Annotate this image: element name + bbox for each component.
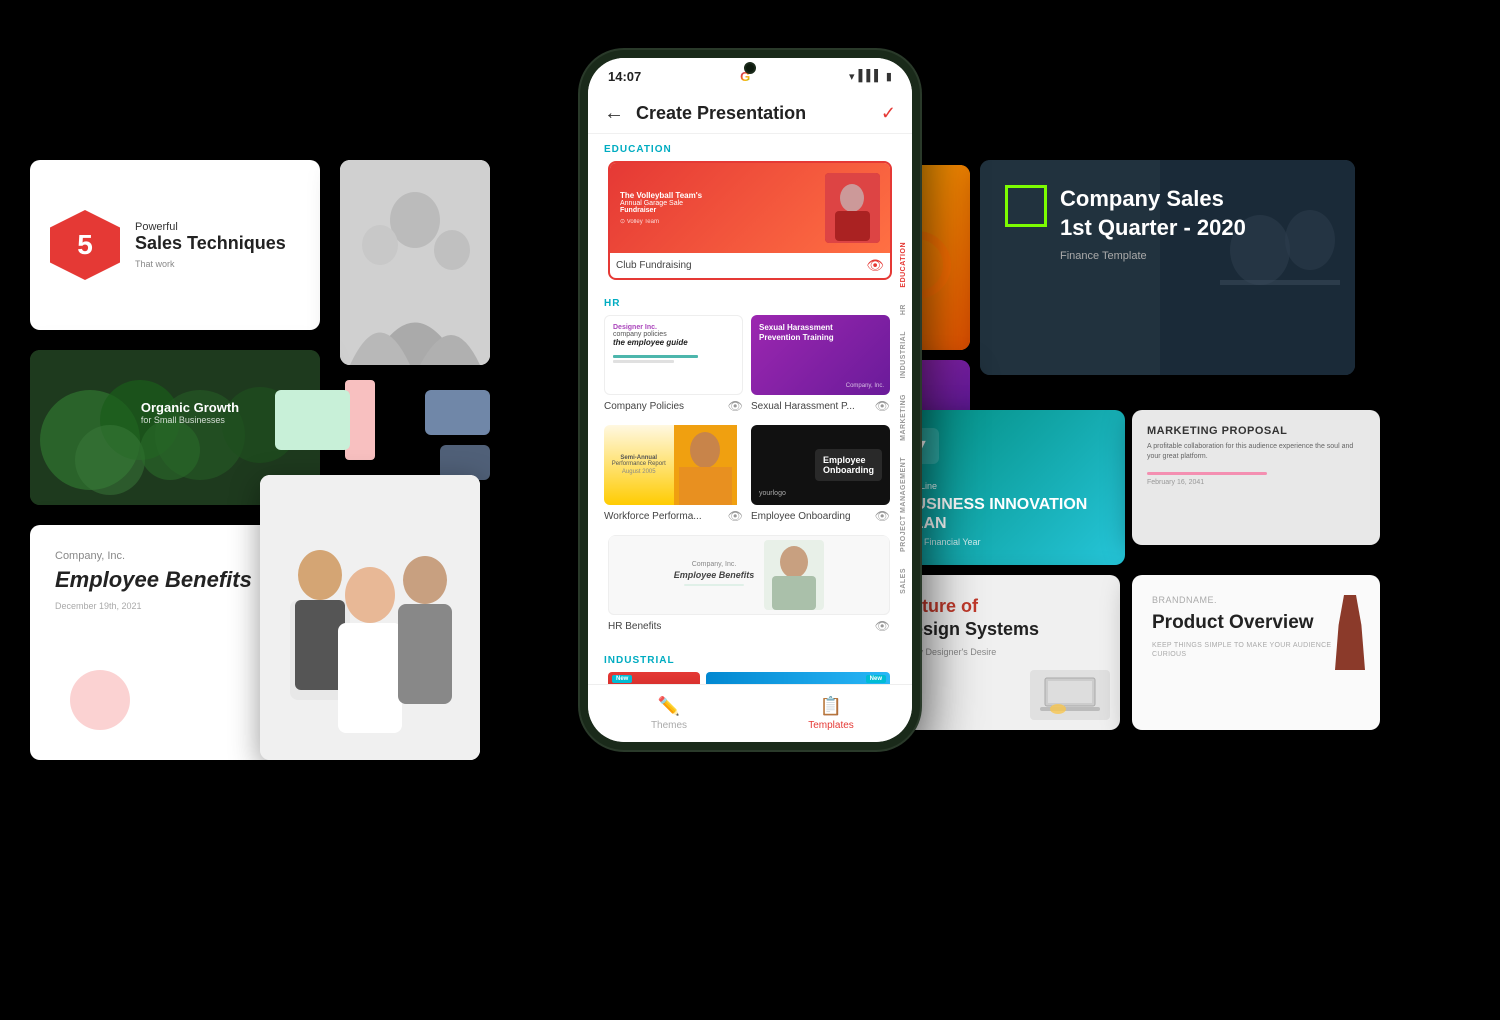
blue-decoration-1	[425, 390, 490, 435]
business-title: BUSINESS INNOVATION PLAN	[903, 495, 1107, 533]
green-decoration	[275, 390, 350, 450]
employee-date: December 19th, 2021	[55, 601, 300, 611]
workforce-eye[interactable]: 👁	[728, 509, 743, 523]
phone-status-icons: ▾ ▌▌▌ ▮	[849, 70, 892, 83]
sales-adjective: Powerful	[135, 221, 286, 233]
template-hr-benefits[interactable]: Company, Inc. Employee Benefits	[608, 535, 890, 637]
template-company-policies[interactable]: Designer Inc. company policies the emplo…	[604, 315, 743, 417]
themes-icon: ✏️	[658, 696, 680, 717]
tab-hr[interactable]: HR	[898, 296, 909, 323]
workforce-label: Workforce Performa...	[604, 511, 728, 522]
company-policies-label: Company Policies	[604, 401, 728, 412]
phone-device: 14:07 G ▾ ▌▌▌ ▮ ← Create Presentation ✓ …	[580, 50, 920, 750]
phone-time: 14:07	[608, 69, 641, 84]
sales-techniques-card: 5 Powerful Sales Techniques That work	[30, 160, 320, 330]
sales-sub: That work	[135, 259, 286, 269]
app-header: ← Create Presentation ✓	[588, 94, 912, 134]
employee-blob	[70, 670, 130, 730]
template-workforce[interactable]: Semi-Annual Performance Report August 20…	[604, 425, 743, 527]
tab-education[interactable]: EDUCATION	[898, 234, 909, 296]
plants-title: Organic Growth	[141, 400, 239, 415]
employee-company: Company, Inc.	[55, 550, 300, 562]
onboarding-eye[interactable]: 👁	[875, 509, 890, 523]
tab-industrial[interactable]: INDUSTRIAL	[898, 323, 909, 386]
signal-icon: ▌▌▌	[859, 70, 882, 82]
vase-decoration	[1335, 595, 1365, 670]
brand-name: brandname.	[1152, 595, 1360, 605]
plants-sub: for Small Businesses	[141, 415, 239, 425]
bottom-navigation: ✏️ Themes 📋 Templates	[588, 684, 912, 742]
themes-label: Themes	[651, 720, 687, 731]
club-fundraising-label: Club Fundraising	[616, 260, 866, 271]
harassment-eye[interactable]: 👁	[875, 399, 890, 413]
new-badge-1: New	[612, 675, 632, 683]
battery-icon: ▮	[886, 70, 892, 83]
tab-marketing[interactable]: MARKETING	[898, 386, 909, 449]
company-sales-sub: Finance Template	[1060, 250, 1260, 262]
section-education-label: EDUCATION	[588, 134, 912, 161]
template-sexual-harassment[interactable]: Sexual HarassmentPrevention Training Com…	[751, 315, 890, 417]
new-badge-2: New	[866, 675, 886, 683]
section-hr-label: HR	[588, 288, 912, 315]
confirm-button[interactable]: ✓	[881, 103, 896, 124]
template-list[interactable]: EDUCATION HR INDUSTRIAL MARKETING PROJEC…	[588, 134, 912, 742]
marketing-sub: A profitable collaboration for this audi…	[1147, 442, 1365, 462]
marketing-bar	[1147, 472, 1267, 475]
harassment-label: Sexual Harassment P...	[751, 401, 875, 412]
phone-camera	[744, 62, 756, 74]
company-policies-eye[interactable]: 👁	[728, 399, 743, 413]
hr-template-grid: Designer Inc. company policies the emplo…	[588, 315, 912, 535]
club-fundraising-row: Club Fundraising 👁	[610, 253, 890, 278]
marketing-proposal-card: MARKETING PROPOSAL A profitable collabor…	[1132, 410, 1380, 545]
team-photo-card	[260, 475, 480, 760]
company-sales-card: Company Sales 1st Quarter - 2020 Finance…	[980, 160, 1355, 375]
product-overview-card: brandname. Product Overview KEEP THINGS …	[1132, 575, 1380, 730]
hr-benefits-label: HR Benefits	[608, 621, 875, 632]
nav-themes[interactable]: ✏️ Themes	[588, 685, 750, 742]
business-innovation-card: ▼ Tag Line BUSINESS INNOVATION PLAN Real…	[885, 410, 1125, 565]
nav-templates[interactable]: 📋 Templates	[750, 685, 912, 742]
employee-title: Employee Benefits	[55, 567, 300, 593]
template-employee-onboarding[interactable]: yourlogo Employee Onboarding Employee On…	[751, 425, 890, 527]
wifi-icon: ▾	[849, 70, 855, 83]
tab-project-management[interactable]: PROJECT MANAGEMENT	[898, 449, 909, 560]
team-silhouette	[260, 475, 480, 760]
section-industrial-label: INDUSTRIAL	[588, 645, 912, 672]
education-templates: The Volleyball Team's Annual Garage Sale…	[588, 161, 912, 288]
sales-title: Sales Techniques	[135, 233, 286, 255]
club-fundraising-eye-icon[interactable]: 👁	[866, 257, 884, 274]
hr-benefits-section: Company, Inc. Employee Benefits	[588, 535, 912, 645]
people-silhouette	[340, 160, 490, 365]
side-tab-list: EDUCATION HR INDUSTRIAL MARKETING PROJEC…	[894, 234, 912, 682]
phone-screen: 14:07 G ▾ ▌▌▌ ▮ ← Create Presentation ✓ …	[588, 58, 912, 742]
template-club-fundraising[interactable]: The Volleyball Team's Annual Garage Sale…	[608, 161, 892, 280]
templates-icon: 📋	[820, 696, 842, 717]
company-sales-title: Company Sales 1st Quarter - 2020	[1060, 185, 1260, 242]
hr-benefits-eye[interactable]: 👁	[875, 619, 890, 633]
future-sub: Every Designer's Desire	[900, 647, 1100, 657]
product-sub: KEEP THINGS SIMPLE TO MAKE YOUR AUDIENCE…	[1152, 641, 1360, 661]
product-title: Product Overview	[1152, 611, 1360, 636]
plants-text: Organic Growth for Small Businesses	[141, 400, 239, 425]
templates-label: Templates	[808, 720, 854, 731]
onboarding-label: Employee Onboarding	[751, 511, 875, 522]
future-title-rest: Design Systems	[900, 619, 1039, 639]
page-title: Create Presentation	[636, 103, 881, 124]
people-photo-card	[340, 160, 490, 365]
tab-sales[interactable]: SALES	[898, 560, 909, 602]
marketing-title: MARKETING PROPOSAL	[1147, 425, 1365, 437]
green-outline-box	[1005, 185, 1047, 227]
sales-hex-icon: 5	[50, 210, 120, 280]
back-button[interactable]: ←	[604, 102, 624, 125]
